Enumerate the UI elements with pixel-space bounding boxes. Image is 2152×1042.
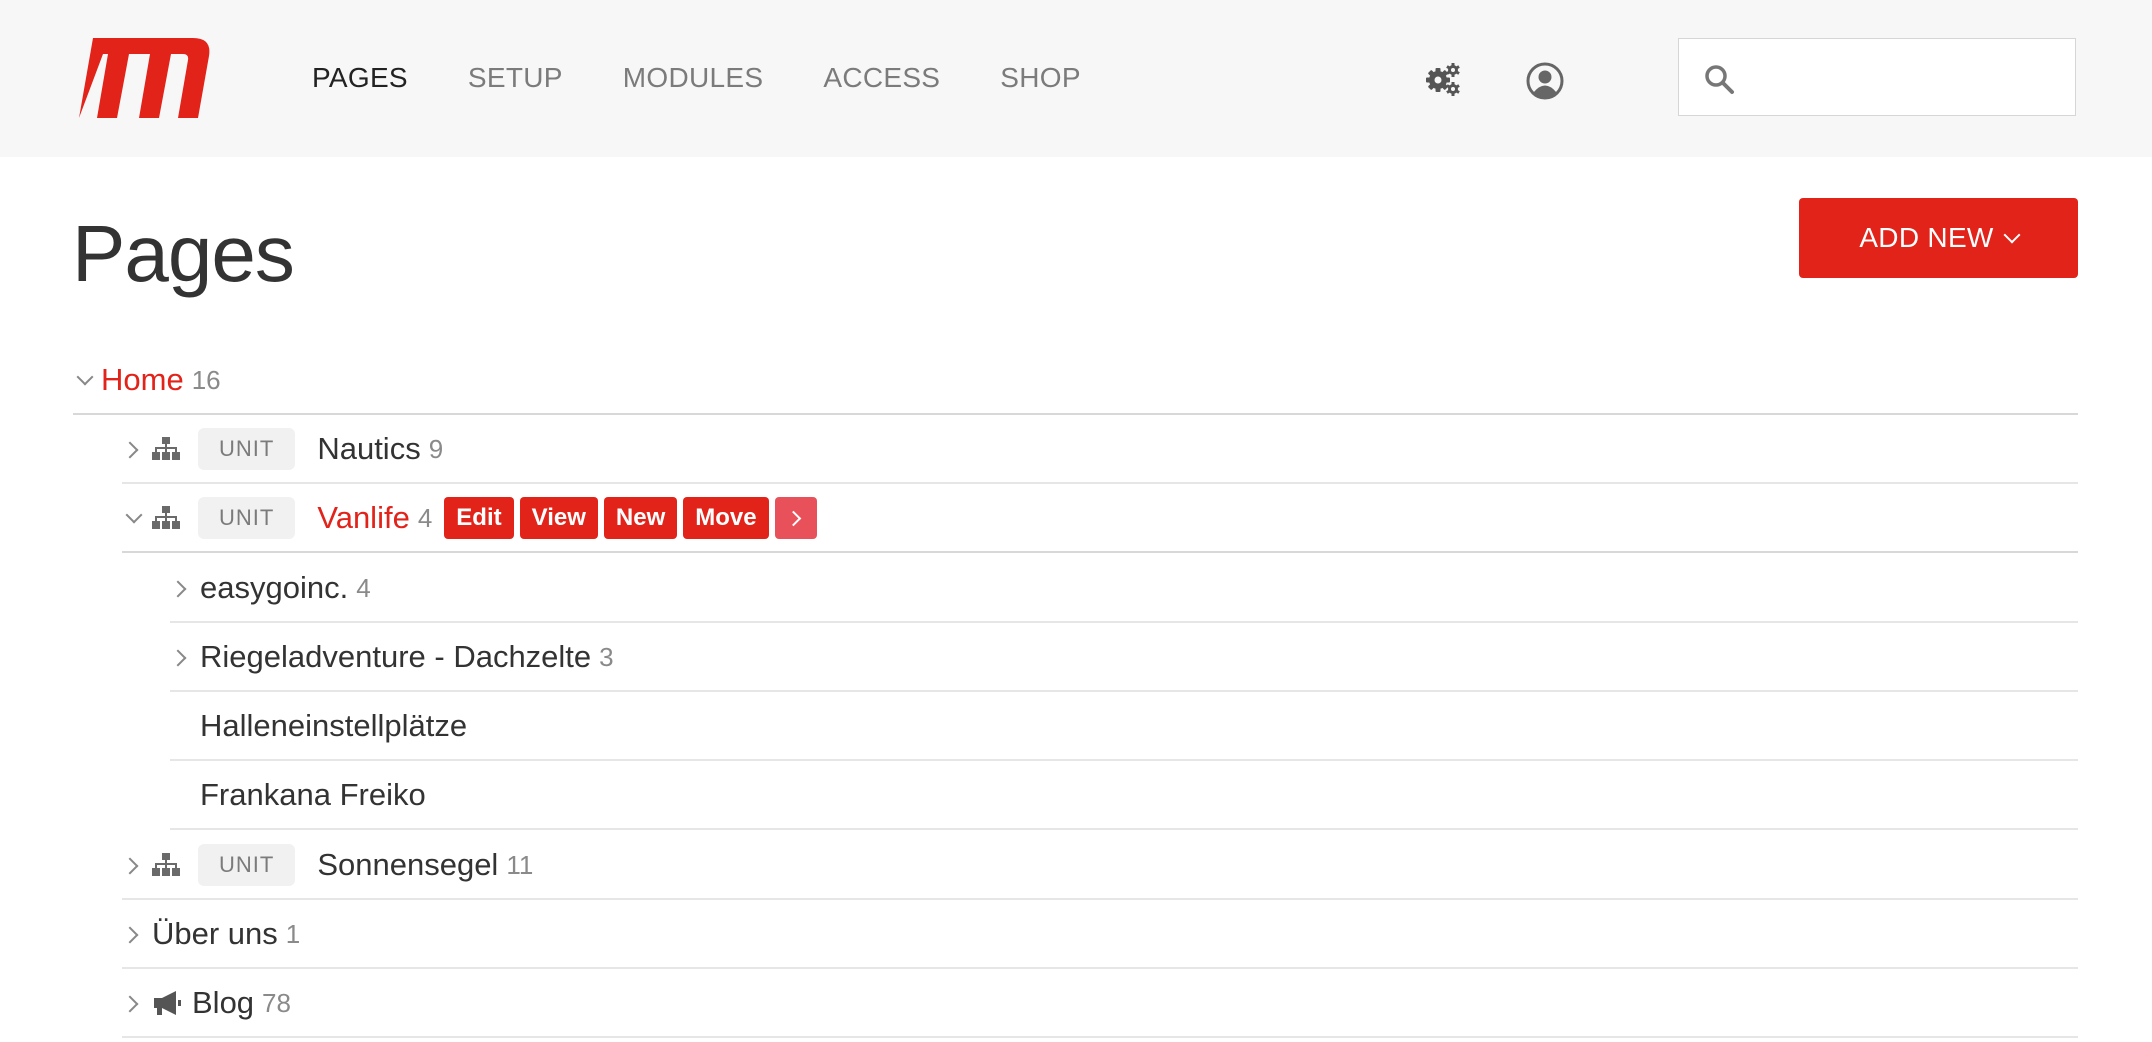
chevron-right-icon[interactable] <box>122 923 144 945</box>
sitemap-icon <box>152 437 180 460</box>
tree-row-home[interactable]: Home 16 <box>73 347 2078 415</box>
gear-icon[interactable] <box>1425 61 1461 97</box>
nav-shop[interactable]: SHOP <box>1000 58 1081 98</box>
tree-row-halleneinstellplaetze[interactable]: Halleneinstellplätze <box>170 693 2078 761</box>
child-count: 78 <box>262 988 291 1018</box>
page-title-blog[interactable]: Blog <box>192 983 254 1023</box>
add-new-label: ADD NEW <box>1859 222 1994 253</box>
child-count: 16 <box>191 365 221 395</box>
search-box[interactable] <box>1678 38 2076 116</box>
page-title-easygoinc[interactable]: easygoinc. <box>200 568 348 608</box>
tree-row-sonnensegel[interactable]: UNIT Sonnensegel 11 <box>122 832 2078 900</box>
megaphone-icon <box>154 991 181 1015</box>
unit-badge: UNIT <box>198 497 296 539</box>
search-input[interactable] <box>1751 51 2065 105</box>
page-title-riegeladventure[interactable]: Riegeladventure - Dachzelte <box>200 637 591 677</box>
tree-row-frankana-freiko[interactable]: Frankana Freiko <box>170 762 2078 830</box>
page-title-ueber-uns[interactable]: Über uns <box>152 914 278 954</box>
more-actions-button[interactable] <box>774 497 817 539</box>
page-title-sonnensegel[interactable]: Sonnensegel <box>317 845 498 885</box>
chevron-right-icon[interactable] <box>122 438 144 460</box>
child-count: 1 <box>285 919 301 949</box>
page-title-nautics[interactable]: Nautics <box>317 429 420 469</box>
search-icon <box>1705 65 1734 94</box>
edit-button[interactable]: Edit <box>444 497 514 539</box>
tree-row-ueber-uns[interactable]: Über uns 1 <box>122 901 2078 969</box>
child-count: 4 <box>356 573 371 603</box>
page-title-halleneinstellplaetze[interactable]: Halleneinstellplätze <box>200 706 467 746</box>
tree-row-nautics[interactable]: UNIT Nautics 9 <box>122 416 2078 484</box>
page-title-home[interactable]: Home <box>101 360 184 400</box>
page-title-frankana-freiko[interactable]: Frankana Freiko <box>200 775 426 815</box>
child-count: 4 <box>417 503 433 533</box>
page-title: Pages <box>72 209 295 298</box>
tree-row-easygoinc[interactable]: easygoinc. 4 <box>170 555 2078 623</box>
chevron-down-icon <box>2003 226 2021 244</box>
nav-access[interactable]: ACCESS <box>823 58 940 98</box>
chevron-down-icon[interactable] <box>73 369 95 391</box>
chevron-right-icon[interactable] <box>122 854 144 876</box>
page-title-vanlife[interactable]: Vanlife <box>317 498 410 538</box>
child-count: 3 <box>599 642 614 672</box>
child-count: 11 <box>506 850 534 880</box>
chevron-right-icon[interactable] <box>122 992 144 1014</box>
logo[interactable] <box>73 38 212 118</box>
chevron-right-icon[interactable] <box>170 646 192 668</box>
page-actions: Edit View New Move <box>444 497 817 539</box>
new-button[interactable]: New <box>603 497 678 539</box>
tree-row-blog[interactable]: Blog 78 <box>122 970 2078 1038</box>
nav-modules[interactable]: MODULES <box>623 58 764 98</box>
add-new-button[interactable]: ADD NEW <box>1799 198 2078 278</box>
unit-badge: UNIT <box>198 428 296 470</box>
child-count: 9 <box>428 434 444 464</box>
tree-row-riegeladventure[interactable]: Riegeladventure - Dachzelte 3 <box>170 624 2078 692</box>
user-icon[interactable] <box>1526 62 1564 100</box>
top-bar: PAGES SETUP MODULES ACCESS SHOP <box>0 0 2152 157</box>
unit-badge: UNIT <box>198 844 296 886</box>
chevron-down-icon[interactable] <box>122 507 144 529</box>
sitemap-icon <box>152 506 180 529</box>
chevron-right-icon <box>785 510 802 526</box>
sitemap-icon <box>152 853 180 876</box>
tree-row-vanlife[interactable]: UNIT Vanlife 4 Edit View New Move <box>122 485 2078 553</box>
nav-pages[interactable]: PAGES <box>312 58 408 98</box>
main-nav: PAGES SETUP MODULES ACCESS SHOP <box>312 58 1141 98</box>
view-button[interactable]: View <box>519 497 598 539</box>
move-button[interactable]: Move <box>683 497 769 539</box>
nav-setup[interactable]: SETUP <box>468 58 563 98</box>
chevron-right-icon[interactable] <box>170 577 192 599</box>
